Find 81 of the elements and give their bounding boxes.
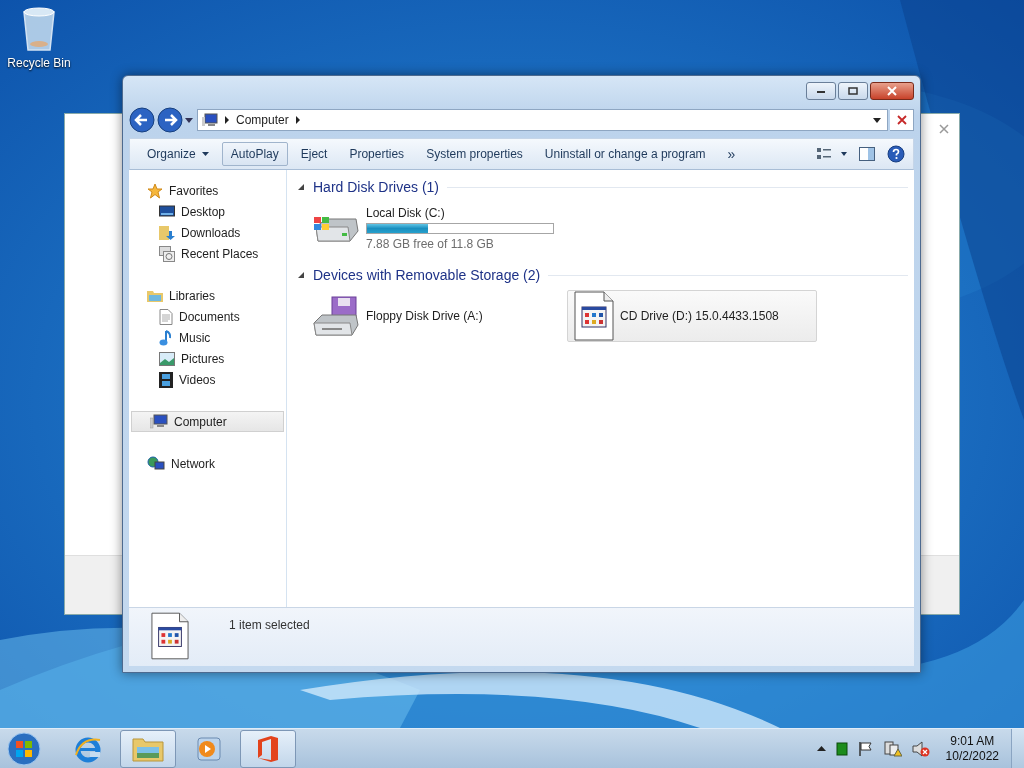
computer-icon	[202, 113, 218, 127]
stop-button[interactable]	[890, 109, 914, 131]
forward-icon[interactable]	[157, 107, 183, 133]
toolbar-button[interactable]: Uninstall or change a program	[535, 142, 715, 166]
breadcrumb[interactable]: Computer	[236, 113, 289, 127]
group-header[interactable]: Hard Disk Drives (1)	[313, 179, 439, 195]
nav-item[interactable]: Favorites	[129, 180, 286, 201]
views-icon[interactable]	[817, 147, 847, 161]
address-field[interactable]: Computer	[197, 109, 888, 131]
nav-item[interactable]: Videos	[129, 369, 286, 390]
close-button[interactable]	[870, 82, 914, 100]
nav-item[interactable]: Network	[129, 453, 286, 474]
close-icon	[886, 86, 898, 96]
desktop-icon-label[interactable]: Recycle Bin	[7, 56, 71, 70]
taskbar-button[interactable]	[120, 729, 176, 768]
application-file-icon	[151, 612, 189, 660]
nav-item[interactable]: Documents	[129, 306, 286, 327]
recent-places-icon	[159, 245, 175, 262]
application-file-icon	[574, 291, 614, 341]
caret-icon[interactable]	[185, 117, 193, 123]
music-note-icon	[159, 329, 173, 346]
nav-item[interactable]: Downloads	[129, 222, 286, 243]
computer-icon	[150, 414, 168, 429]
tray-app-icon[interactable]	[835, 741, 848, 756]
more-button[interactable]: »	[718, 142, 745, 166]
clock-date: 10/2/2022	[945, 748, 999, 764]
toolbar-button[interactable]: Organize	[138, 142, 218, 166]
drive-tile[interactable]: CD Drive (D:) 15.0.4433.1508	[567, 290, 817, 342]
minimize-button[interactable]	[806, 82, 836, 100]
selection-status: 1 item selected	[229, 618, 310, 632]
collapse-arrow-icon[interactable]	[297, 271, 305, 279]
caret-up-icon[interactable]	[816, 746, 826, 751]
picture-icon	[159, 351, 175, 366]
maximize-icon	[848, 87, 858, 95]
toolbar-button[interactable]: System properties	[417, 142, 532, 166]
breadcrumb-arrow-icon[interactable]	[224, 116, 230, 124]
maximize-button[interactable]	[838, 82, 868, 100]
document-icon	[159, 308, 173, 325]
nav-item[interactable]: Music	[129, 327, 286, 348]
help-icon[interactable]	[887, 145, 905, 163]
floppy-drive-icon	[312, 295, 360, 337]
monitor-icon	[159, 204, 175, 219]
media-player-icon	[194, 734, 222, 763]
nav-item[interactable]: Desktop	[129, 201, 286, 222]
start-button[interactable]	[6, 730, 42, 767]
toolbar-button[interactable]: Eject	[291, 142, 337, 166]
group-header[interactable]: Devices with Removable Storage (2)	[313, 267, 541, 283]
clock[interactable]: 9:01 AM 10/2/2022	[945, 733, 999, 764]
nav-item[interactable]: Libraries	[129, 285, 286, 306]
film-icon	[159, 371, 173, 388]
flag-icon[interactable]	[857, 740, 874, 757]
close-icon	[896, 115, 907, 125]
speaker-muted-icon[interactable]	[911, 740, 930, 757]
drive-name: CD Drive (D:) 15.0.4433.1508	[620, 309, 779, 323]
drive-name: Floppy Disk Drive (A:)	[366, 309, 483, 323]
toolbar-button[interactable]: Properties	[340, 142, 414, 166]
nav-item[interactable]: Recent Places	[129, 243, 286, 264]
drive-tile[interactable]: Local Disk (C:) 7.88 GB free of 11.8 GB	[305, 202, 561, 254]
network-warning-icon[interactable]	[883, 740, 902, 757]
clock-time: 9:01 AM	[950, 733, 995, 749]
toolbar-button[interactable]: AutoPlay	[221, 142, 288, 166]
back-icon[interactable]	[129, 107, 155, 133]
star-icon	[147, 182, 163, 199]
download-folder-icon	[159, 224, 175, 241]
collapse-arrow-icon[interactable]	[297, 183, 305, 191]
minimize-icon	[816, 88, 826, 94]
drive-name: Local Disk (C:)	[366, 205, 446, 220]
breadcrumb-arrow-icon[interactable]	[294, 116, 301, 124]
free-space-text: 7.88 GB free of 11.8 GB	[366, 236, 495, 251]
recycle-bin-icon[interactable]	[21, 6, 57, 52]
office-icon	[255, 734, 281, 763]
caret-icon	[201, 152, 209, 156]
caret-icon[interactable]	[873, 117, 881, 123]
taskbar-button[interactable]	[240, 729, 296, 768]
network-icon	[147, 455, 165, 472]
drive-tile[interactable]: Floppy Disk Drive (A:)	[305, 290, 555, 342]
nav-item[interactable]: Pictures	[129, 348, 286, 369]
nav-item[interactable]: Computer	[131, 411, 284, 432]
close-icon[interactable]	[939, 124, 949, 134]
preview-pane-icon[interactable]	[859, 147, 875, 161]
folder-icon	[147, 288, 163, 303]
